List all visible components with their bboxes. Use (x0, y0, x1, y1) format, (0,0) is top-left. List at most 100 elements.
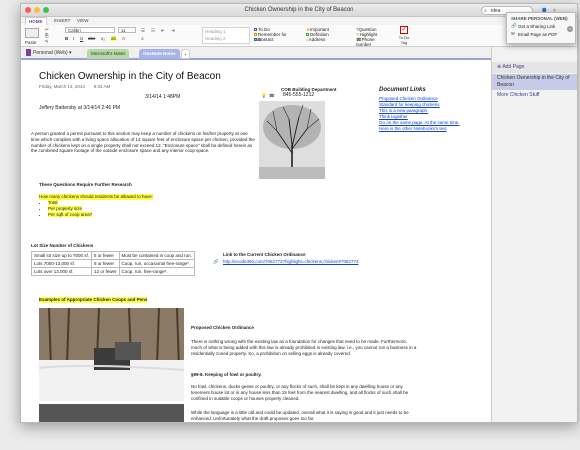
underline-button[interactable]: U (80, 36, 83, 41)
page-item-more-chicken-stuff[interactable]: More Chicken Stuff (492, 91, 577, 100)
link-new-paragraph[interactable]: This is a new paragraph. (379, 108, 428, 114)
ordinance-link-heading: Link to the Current Chicken Ordinance (223, 252, 306, 257)
bullet-coop-area[interactable]: Per sqft of coop area? (48, 211, 93, 217)
table-cell[interactable]: Lots 7000-13,000 sf. (30, 259, 93, 268)
table-cell[interactable]: 12 or fewer (91, 267, 120, 276)
add-page-label: Add Page (502, 64, 525, 70)
ordinance-paragraph-2[interactable]: No fowl, chickens, ducks geese or poultr… (191, 384, 419, 401)
page-title[interactable]: Chicken Ownership in the City of Beacon (39, 71, 221, 82)
tab-view[interactable]: VIEW (74, 17, 92, 25)
examples-heading: Examples of Appropriate Chicken Coops an… (39, 297, 148, 303)
lightbulb-icon: 💡 (261, 93, 267, 98)
decrease-indent-icon[interactable]: ⇤ (161, 28, 165, 34)
lot-size-heading: Lot Size Number of Chickens (31, 243, 94, 248)
notebook-bar: Personal (Web) ▾ Microsoft's Notes OneNo… (21, 47, 491, 60)
copy-icon[interactable]: ⎘ (45, 33, 49, 38)
tree-photo[interactable] (259, 101, 325, 179)
font-size-value: 11 (121, 28, 126, 33)
question-bullets: Total Per property size Per sqft of coop… (39, 200, 93, 217)
link-same-page[interactable]: Go on the same page. At the same time. (379, 120, 460, 126)
table-cell[interactable]: Small lot size up to 7000 sf. (30, 251, 93, 260)
link-proposed-ordinance[interactable]: Proposed Chicken Ordinance (379, 96, 438, 102)
close-window-button[interactable] (25, 7, 31, 13)
lot-size-table[interactable]: Small lot size up to 7000 sf. 5 or fewer… (30, 251, 195, 276)
tree-photo-image (259, 101, 325, 179)
table-cell[interactable]: Must be contained in coop and run. (118, 251, 195, 260)
table-cell[interactable]: Lots over 13,000 sf. (30, 267, 93, 276)
ordinance-heading: Proposed Chicken Ordinance (191, 325, 255, 330)
ordinance-url-link[interactable]: http://ecode360.com/7062773?highlight=ch… (223, 259, 358, 265)
table-cell[interactable]: Coop, run, occasional free-range*. (118, 259, 195, 268)
bullet-total[interactable]: Total (48, 200, 58, 205)
ordinance-paragraph-3[interactable]: While the language is a little old and c… (191, 410, 419, 422)
font-name-select[interactable]: Calibri (65, 27, 115, 33)
tab-insert[interactable]: INSERT (51, 17, 73, 25)
font-color-icon[interactable]: A (122, 36, 125, 41)
table-row: Lots over 13,000 sf. 12 or fewer Coop, r… (30, 267, 195, 276)
paste-button[interactable]: Paste (25, 40, 37, 45)
link-other-notebook[interactable]: Here is the other Notebooks's text (379, 126, 447, 132)
chicken-coop-photo[interactable] (39, 308, 184, 401)
notebook-icon (26, 49, 31, 57)
section-tab-onenote[interactable]: OneNote Notes (139, 49, 180, 59)
menu-item-label: Email Page as PDF (518, 32, 558, 37)
bullet-property-size[interactable]: Per property size (48, 205, 83, 211)
permit-paragraph[interactable]: A person granted a permit pursuant to th… (31, 131, 257, 154)
font-size-select[interactable]: 11 (118, 27, 136, 33)
title-bar: Chicken Ownership in the City of Beacon … (21, 4, 577, 17)
tag-address[interactable]: ⌂Address (306, 37, 340, 42)
subscript-button[interactable]: x₂ (101, 36, 105, 41)
tags-column-2: ★Important Definition ⌂Address (306, 27, 340, 42)
ordinance-section: §99-6. Keeping of fowl or poultry. (191, 372, 262, 377)
italic-button[interactable]: I (73, 36, 74, 41)
add-page-button[interactable]: ⊕ Add Page (492, 62, 577, 73)
numbering-icon[interactable]: ☷ (151, 28, 155, 34)
email-pdf-item[interactable]: ✉ Email Page as PDF (507, 31, 575, 39)
table-row: Lots 7000-13,000 sf. 8 or fewer Coop, ru… (30, 259, 195, 268)
note-page[interactable]: Chicken Ownership in the City of Beacon … (21, 61, 491, 422)
second-coop-photo[interactable] (39, 404, 184, 422)
style-heading-2[interactable]: Heading 2 (205, 36, 247, 41)
table-cell[interactable]: 8 or fewer (91, 259, 120, 268)
styles-gallery[interactable]: Heading 1 Heading 2 (202, 27, 250, 44)
format-painter-icon[interactable]: ✎ (45, 39, 49, 45)
ordinance-paragraph-1[interactable]: There is nothing wrong with the existing… (191, 339, 419, 356)
paste-icon[interactable] (25, 28, 39, 38)
cob-phone: 845-555-1212 (283, 92, 315, 98)
tab-home[interactable]: HOME (25, 17, 47, 25)
page-date-value: Friday, March 14, 2014 (39, 84, 85, 89)
page-item-chicken-ownership[interactable]: Chicken Ownership in the City of Beacon (492, 74, 577, 90)
close-icon[interactable]: × (567, 26, 573, 32)
minimize-window-button[interactable] (34, 7, 40, 13)
add-section-button[interactable]: + (181, 49, 190, 59)
window-title: Chicken Ownership in the City of Beacon (244, 7, 354, 13)
tag-phone-number[interactable]: ☎Phone number (356, 37, 390, 47)
link-think-together[interactable]: Think together (379, 114, 408, 120)
highlight-icon[interactable]: ab (111, 36, 117, 41)
align-icon[interactable]: ≡ (141, 36, 144, 41)
search-icon: ⌕ (484, 8, 487, 14)
increase-indent-icon[interactable]: ⇥ (171, 28, 175, 34)
notebook-name: Personal (Web) (33, 50, 68, 56)
question-text[interactable]: How many chickens should residents be al… (39, 194, 154, 200)
checkmark-icon: ✓ (400, 26, 408, 34)
strikethrough-button[interactable]: abc (88, 36, 95, 41)
to-do-tag-button[interactable]: ✓ To Do Tag (398, 26, 410, 45)
link-standard-keeping[interactable]: Standard for keeping chickens (379, 102, 440, 108)
coop-photo-image (39, 308, 184, 401)
notebook-dropdown[interactable]: Personal (Web) ▾ (24, 49, 74, 58)
table-cell[interactable]: 5 or fewer (91, 251, 120, 260)
checkbox-icon (254, 28, 257, 32)
note-timestamp: 3/14/14 1:48PM (145, 94, 181, 100)
share-menu: SHARE PERSONAL (WEB) 🔗 Get a Sharing Link… (506, 12, 576, 44)
style-heading-1[interactable]: Heading 1 (205, 29, 247, 34)
definition-icon (306, 33, 309, 37)
zoom-window-button[interactable] (43, 7, 49, 13)
tag-contact[interactable]: Contact (254, 37, 288, 42)
table-cell[interactable]: Coop, run, free-range*. (118, 267, 195, 276)
questions-heading: These Questions Require Further Research (39, 182, 132, 187)
bullets-icon[interactable]: ☰ (141, 28, 145, 34)
section-tab-microsoft[interactable]: Microsoft's Notes (87, 49, 130, 59)
get-sharing-link-item[interactable]: 🔗 Get a Sharing Link (507, 23, 575, 31)
bold-button[interactable]: B (65, 36, 68, 41)
